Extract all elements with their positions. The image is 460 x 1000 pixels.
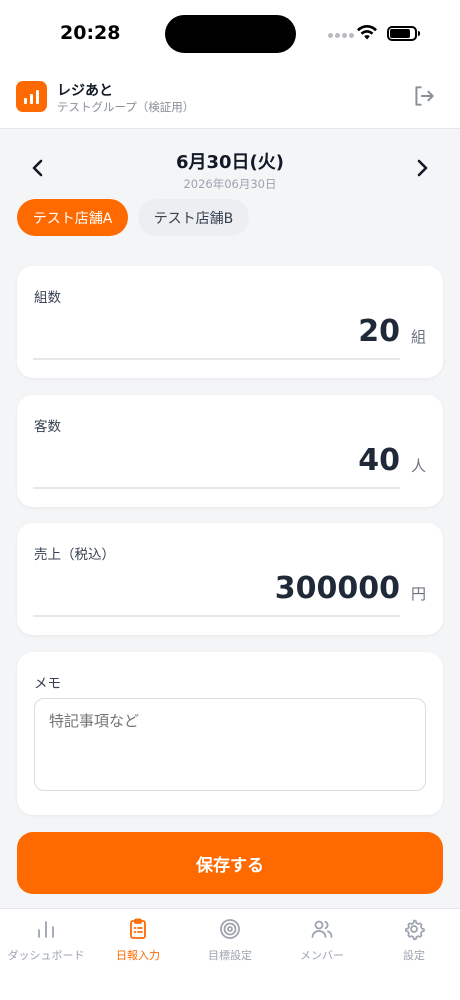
sales-input[interactable]: 300000 xyxy=(275,571,400,606)
nav-label-settings: 設定 xyxy=(403,949,425,962)
customers-label: 客数 xyxy=(34,419,61,435)
next-date-button[interactable] xyxy=(410,155,434,181)
memo-card: メモ xyxy=(17,652,443,815)
status-bar: 20:28 xyxy=(0,0,460,68)
chevron-right-icon xyxy=(417,159,428,177)
customers-card: 客数 40 人 xyxy=(17,395,443,507)
status-time: 20:28 xyxy=(60,22,121,44)
groups-label: 組数 xyxy=(34,290,61,306)
save-button[interactable]: 保存する xyxy=(17,832,443,894)
app-name: レジあと xyxy=(57,83,113,99)
chart-icon xyxy=(38,921,54,938)
battery-icon xyxy=(387,26,420,41)
nav-item-settings[interactable]: 設定 xyxy=(368,909,460,969)
nav-item-daily-report[interactable]: 日報入力 xyxy=(92,909,184,969)
memo-textarea[interactable] xyxy=(34,698,426,791)
nav-label-daily-report: 日報入力 xyxy=(116,949,160,962)
dynamic-island xyxy=(165,15,296,53)
gear-icon xyxy=(404,919,425,941)
nav-item-dashboard[interactable]: ダッシュボード xyxy=(0,909,92,969)
nav-item-members[interactable]: メンバー xyxy=(276,909,368,969)
signal-icon xyxy=(328,33,354,38)
memo-label: メモ xyxy=(34,676,61,692)
clipboard-icon xyxy=(130,918,146,939)
sales-label: 売上（税込） xyxy=(34,547,115,563)
groups-card: 組数 20 組 xyxy=(17,266,443,378)
sales-underline xyxy=(33,615,400,617)
store-tab-b[interactable]: テスト店舗B xyxy=(138,199,249,236)
groups-input[interactable]: 20 xyxy=(358,314,400,349)
groups-unit: 組 xyxy=(410,328,426,346)
sales-card: 売上（税込） 300000 円 xyxy=(17,523,443,635)
target-icon xyxy=(220,919,240,939)
customers-input[interactable]: 40 xyxy=(358,443,400,478)
customers-unit: 人 xyxy=(410,457,426,475)
app-header: レジあと テストグループ（検証用） xyxy=(0,68,460,129)
bottom-nav: ダッシュボード 日報入力 目標設定 メンバー 設定 xyxy=(0,908,460,1000)
nav-label-members: メンバー xyxy=(300,949,344,962)
sales-unit: 円 xyxy=(410,585,426,603)
group-name: テストグループ（検証用） xyxy=(57,100,195,114)
users-icon xyxy=(311,920,333,938)
app-logo-icon xyxy=(16,81,47,112)
customers-underline xyxy=(33,487,400,489)
nav-label-goals: 目標設定 xyxy=(208,949,252,962)
nav-label-dashboard: ダッシュボード xyxy=(7,949,85,962)
groups-underline xyxy=(33,358,400,360)
date-full: 2026年06月30日 xyxy=(183,177,277,191)
wifi-icon xyxy=(357,24,377,40)
logout-icon[interactable] xyxy=(411,83,437,109)
nav-item-goals[interactable]: 目標設定 xyxy=(184,909,276,969)
store-tab-a[interactable]: テスト店舗A xyxy=(17,199,128,236)
date-label: 6月30日(火) xyxy=(175,152,285,173)
